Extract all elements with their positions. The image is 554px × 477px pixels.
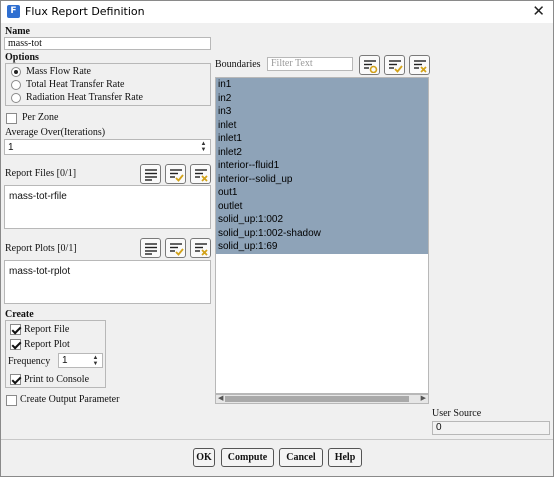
boundaries-clear-button[interactable] xyxy=(409,55,430,75)
clear-list-icon xyxy=(414,60,427,73)
radio-total-heat-transfer-rate[interactable] xyxy=(11,80,21,90)
select-all-icon xyxy=(145,169,157,181)
report-files-item[interactable]: mass-tot-rfile xyxy=(9,191,67,202)
create-group: Report File Report Plot Frequency 1 ▲ ▼ P… xyxy=(5,320,106,388)
compute-button[interactable]: Compute xyxy=(221,448,274,467)
user-source-label: User Source xyxy=(432,408,482,419)
boundary-item-inlet2[interactable]: inlet2 xyxy=(216,145,428,159)
name-value: mass-tot xyxy=(8,38,42,49)
boundary-item-in3[interactable]: in3 xyxy=(216,105,428,119)
report-plot-label: Report Plot xyxy=(24,339,70,350)
per-zone-checkbox[interactable] xyxy=(6,113,17,124)
boundary-item-in1[interactable]: in1 xyxy=(216,78,428,92)
boundaries-filter-placeholder: Filter Text xyxy=(271,58,313,69)
check-list-icon xyxy=(170,169,184,182)
option-label-mass-flow-rate: Mass Flow Rate xyxy=(26,66,91,77)
help-button[interactable]: Help xyxy=(328,448,362,467)
boundary-item-inlet1[interactable]: inlet1 xyxy=(216,132,428,146)
boundaries-filter-input[interactable]: Filter Text xyxy=(267,57,353,71)
clear-list-icon xyxy=(195,243,208,256)
report-file-label: Report File xyxy=(24,324,70,335)
frequency-input[interactable]: 1 ▲ ▼ xyxy=(58,353,103,368)
filter-settings-icon xyxy=(364,60,378,73)
create-label: Create xyxy=(5,309,34,320)
report-files-clear-button[interactable] xyxy=(190,164,211,184)
boundary-item-solid-up-1-002-shadow[interactable]: solid_up:1:002-shadow xyxy=(216,226,428,240)
close-icon[interactable]: ✕ xyxy=(532,2,545,20)
boundary-item-in2[interactable]: in2 xyxy=(216,91,428,105)
report-plots-select-all-button[interactable] xyxy=(140,238,161,258)
window-title: Flux Report Definition xyxy=(25,5,145,18)
check-list-icon xyxy=(389,60,403,73)
report-files-check-button[interactable] xyxy=(165,164,186,184)
boundaries-horizontal-scrollbar[interactable]: ◀ ▶ xyxy=(215,394,429,404)
scroll-right-icon[interactable]: ▶ xyxy=(421,394,426,402)
average-over-label: Average Over(Iterations) xyxy=(5,127,106,138)
boundary-item-outlet[interactable]: outlet xyxy=(216,199,428,213)
frequency-label: Frequency xyxy=(8,356,51,367)
boundary-item-solid-up-1-002[interactable]: solid_up:1:002 xyxy=(216,213,428,227)
report-files-select-all-button[interactable] xyxy=(140,164,161,184)
report-plot-checkbox[interactable] xyxy=(10,339,21,350)
name-label: Name xyxy=(5,26,30,37)
select-all-icon xyxy=(145,243,157,255)
option-label-total-heat-transfer-rate: Total Heat Transfer Rate xyxy=(26,79,125,90)
average-over-spinner[interactable]: ▲ ▼ xyxy=(199,141,208,153)
user-source-field: 0 xyxy=(432,421,550,435)
report-file-checkbox[interactable] xyxy=(10,324,21,335)
boundary-item-out1[interactable]: out1 xyxy=(216,186,428,200)
boundary-item-interior-solid-up[interactable]: interior--solid_up xyxy=(216,172,428,186)
frequency-spinner[interactable]: ▲ ▼ xyxy=(91,355,100,367)
radio-mass-flow-rate[interactable] xyxy=(11,67,21,77)
report-plots-check-button[interactable] xyxy=(165,238,186,258)
boundaries-check-button[interactable] xyxy=(384,55,405,75)
radio-radiation-heat-transfer-rate[interactable] xyxy=(11,93,21,103)
flux-report-dialog: F Flux Report Definition ✕ Name mass-tot… xyxy=(0,0,554,477)
clear-list-icon xyxy=(195,169,208,182)
report-plots-label: Report Plots [0/1] xyxy=(5,243,77,254)
print-to-console-checkbox[interactable] xyxy=(10,374,21,385)
option-label-radiation-heat-transfer-rate: Radiation Heat Transfer Rate xyxy=(26,92,143,103)
average-over-input[interactable]: 1 ▲ ▼ xyxy=(4,139,211,155)
boundaries-label: Boundaries xyxy=(215,59,261,70)
report-plots-item[interactable]: mass-tot-rplot xyxy=(9,266,70,277)
user-source-value: 0 xyxy=(436,422,442,433)
print-to-console-label: Print to Console xyxy=(24,374,90,385)
boundaries-filter-settings-button[interactable] xyxy=(359,55,380,75)
boundary-item-interior-fluid1[interactable]: interior--fluid1 xyxy=(216,159,428,173)
scrollbar-thumb[interactable] xyxy=(225,396,409,402)
report-plots-list[interactable]: mass-tot-rplot xyxy=(4,260,211,304)
report-files-list[interactable]: mass-tot-rfile xyxy=(4,185,211,229)
button-bar-separator xyxy=(1,439,553,440)
boundary-item-inlet[interactable]: inlet xyxy=(216,118,428,132)
scroll-left-icon[interactable]: ◀ xyxy=(218,394,223,402)
check-list-icon xyxy=(170,243,184,256)
average-over-value: 1 xyxy=(8,142,14,153)
boundaries-list[interactable]: in1 in2 in3 inlet inlet1 inlet2 interior… xyxy=(215,77,429,394)
report-files-label: Report Files [0/1] xyxy=(5,168,77,179)
ok-button[interactable]: OK xyxy=(193,448,215,467)
cancel-button[interactable]: Cancel xyxy=(279,448,323,467)
app-icon: F xyxy=(7,5,20,18)
options-label: Options xyxy=(5,52,39,63)
create-output-parameter-checkbox[interactable] xyxy=(6,395,17,406)
per-zone-label: Per Zone xyxy=(22,112,59,123)
frequency-value: 1 xyxy=(62,355,68,366)
report-plots-clear-button[interactable] xyxy=(190,238,211,258)
title-bar: F Flux Report Definition ✕ xyxy=(1,1,553,23)
create-output-parameter-label: Create Output Parameter xyxy=(20,394,120,405)
options-group: Mass Flow Rate Total Heat Transfer Rate … xyxy=(5,63,211,106)
name-input[interactable]: mass-tot xyxy=(4,37,211,50)
boundary-item-solid-up-1-69[interactable]: solid_up:1:69 xyxy=(216,240,428,254)
